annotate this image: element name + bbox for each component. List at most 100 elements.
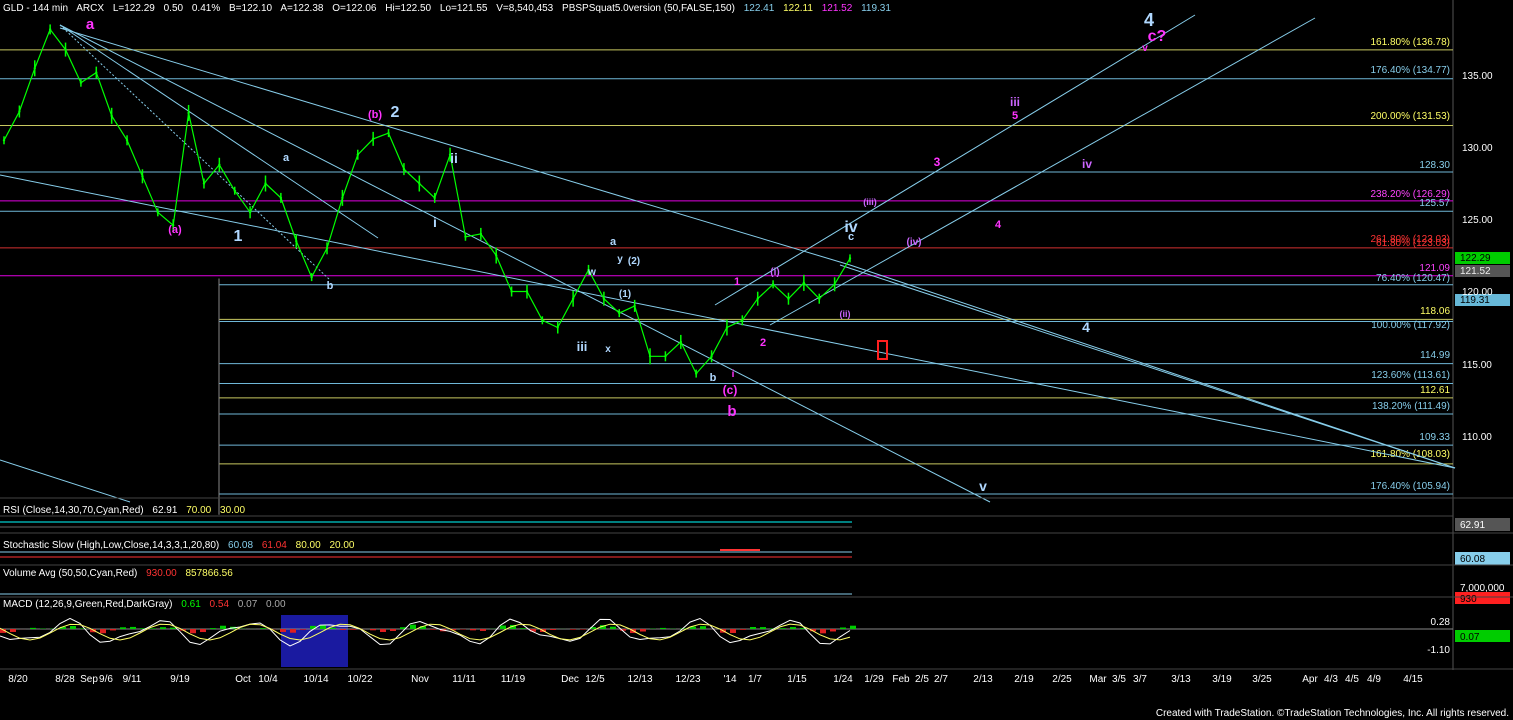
- study-value-2: 122.11: [783, 3, 813, 14]
- x-tick-label: 4/9: [1367, 674, 1381, 685]
- volume-right-label: 930: [1460, 594, 1477, 605]
- x-tick-label: 12/13: [627, 674, 652, 685]
- x-tick-label: Apr: [1302, 674, 1318, 685]
- volume-v1: 930.00: [146, 568, 177, 579]
- stoch-p1: 80.00: [295, 540, 321, 551]
- change-pct: 0.41%: [191, 3, 221, 14]
- wave-label: (b): [368, 109, 382, 121]
- macd-histogram-bar: [30, 627, 36, 629]
- price-point: [64, 48, 67, 51]
- last-price: L=122.29: [112, 3, 155, 14]
- channel-line: [59, 24, 379, 239]
- price-point: [341, 196, 344, 200]
- stoch-v2: 61.04: [261, 540, 287, 551]
- price-point: [310, 275, 313, 279]
- price-point: [495, 254, 498, 257]
- macd-histogram-bar: [610, 626, 616, 629]
- x-tick-label: 10/4: [258, 674, 278, 685]
- bid-price: B=122.10: [229, 3, 273, 14]
- price-point: [433, 196, 436, 200]
- wave-label: 2: [760, 337, 766, 349]
- macd-highlight-box: [281, 615, 348, 667]
- wave-label: i: [732, 369, 735, 380]
- macd-histogram-bar: [660, 627, 666, 629]
- wave-label: a: [610, 236, 617, 248]
- price-point: [371, 137, 375, 141]
- macd-histogram-bar: [480, 629, 486, 631]
- stoch-right-label: 60.08: [1460, 554, 1485, 565]
- price-point: [79, 81, 83, 84]
- macd-histogram-bar: [150, 628, 156, 629]
- price-point: [18, 110, 21, 113]
- macd-histogram-bar: [410, 624, 416, 629]
- wave-label: iv: [1082, 157, 1092, 171]
- macd-histogram-bar: [840, 627, 846, 629]
- macd-histogram-bar: [550, 629, 556, 630]
- wave-label: a: [86, 16, 95, 33]
- price-point: [141, 175, 144, 178]
- macd-right-label: -1.10: [1427, 645, 1450, 656]
- macd-v4: 0.00: [266, 599, 286, 610]
- macd-histogram-bar: [390, 629, 396, 631]
- chart-canvas: 161.80% (136.78) 176.40% (134.77) 200.00% …: [0, 0, 1513, 720]
- right-axis-label: 161.80% (136.78): [1370, 37, 1450, 48]
- right-axis-label: 112.61: [1420, 385, 1450, 396]
- wave-label: iii: [577, 339, 588, 354]
- wave-label: (a): [168, 224, 182, 236]
- right-axis-label: 114.99: [1420, 350, 1450, 361]
- price-point: [248, 211, 252, 214]
- wave-label: b: [710, 372, 717, 384]
- macd-histogram-bar: [850, 625, 856, 629]
- open-price: O=122.06: [332, 3, 377, 14]
- price-point: [402, 167, 406, 171]
- price-point: [756, 297, 759, 300]
- wave-label: 1: [234, 228, 243, 245]
- high-price: Hi=122.50: [385, 3, 432, 14]
- x-tick-label: 9/19: [170, 674, 190, 685]
- x-tick-label: 9/11: [123, 674, 142, 685]
- price-point: [679, 340, 682, 344]
- study-value-1: 122.41: [743, 3, 775, 14]
- wave-label: (1): [619, 289, 631, 300]
- price-point: [787, 297, 790, 300]
- symbol-title: GLD - 144 min: [3, 3, 69, 14]
- price-point: [541, 319, 544, 322]
- macd-histogram-bar: [110, 629, 116, 631]
- wave-label: x: [605, 344, 611, 355]
- x-tick-label: 10/22: [347, 674, 372, 685]
- x-tick-label: 2/19: [1014, 674, 1034, 685]
- price-point: [418, 182, 421, 185]
- right-axis-label: 176.40% (105.94): [1370, 481, 1450, 492]
- right-axis-label: 161.80% (108.03): [1370, 449, 1450, 460]
- macd-histogram-bar: [830, 629, 836, 632]
- stoch-v1: 60.08: [228, 540, 254, 551]
- rsi-value: 62.91: [152, 505, 178, 516]
- price-point: [110, 114, 113, 118]
- right-axis-label: 76.40% (120.47): [1376, 273, 1450, 284]
- volume-value: V=8,540,453: [496, 3, 554, 14]
- exchange-label: ARCX: [76, 3, 105, 14]
- rsi-p2: 30.00: [220, 505, 246, 516]
- wave-label: i: [433, 214, 437, 230]
- price-point: [802, 281, 806, 285]
- price-point: [602, 297, 606, 300]
- right-axis-label: 128.30: [1419, 160, 1450, 171]
- macd-histogram-bar: [350, 629, 356, 630]
- macd-label: MACD (12,26,9,Green,Red,DarkGray): [3, 599, 173, 610]
- macd-histogram-bar: [340, 629, 346, 630]
- price-point: [510, 290, 513, 293]
- x-tick-label: Sep: [80, 674, 98, 685]
- volume-header: Volume Avg (50,50,Cyan,Red) 930.00 85786…: [3, 568, 239, 579]
- rsi-header: RSI (Close,14,30,70,Cyan,Red) 62.91 70.0…: [3, 505, 251, 516]
- price-point: [295, 239, 298, 243]
- wave-label: b: [327, 280, 334, 292]
- price-point: [833, 283, 836, 286]
- right-axis-label: 123.60% (113.61): [1371, 370, 1450, 381]
- right-axis-label: 138.20% (111.49): [1372, 401, 1450, 412]
- x-tick-label: 2/13: [973, 674, 993, 685]
- chart-header: GLD - 144 min ARCX L=122.29 0.50 0.41% B…: [3, 3, 897, 14]
- price-point: [664, 355, 667, 358]
- macd-histogram-bar: [430, 629, 436, 630]
- macd-histogram-bar: [210, 628, 216, 629]
- x-tick-label: 3/13: [1171, 674, 1191, 685]
